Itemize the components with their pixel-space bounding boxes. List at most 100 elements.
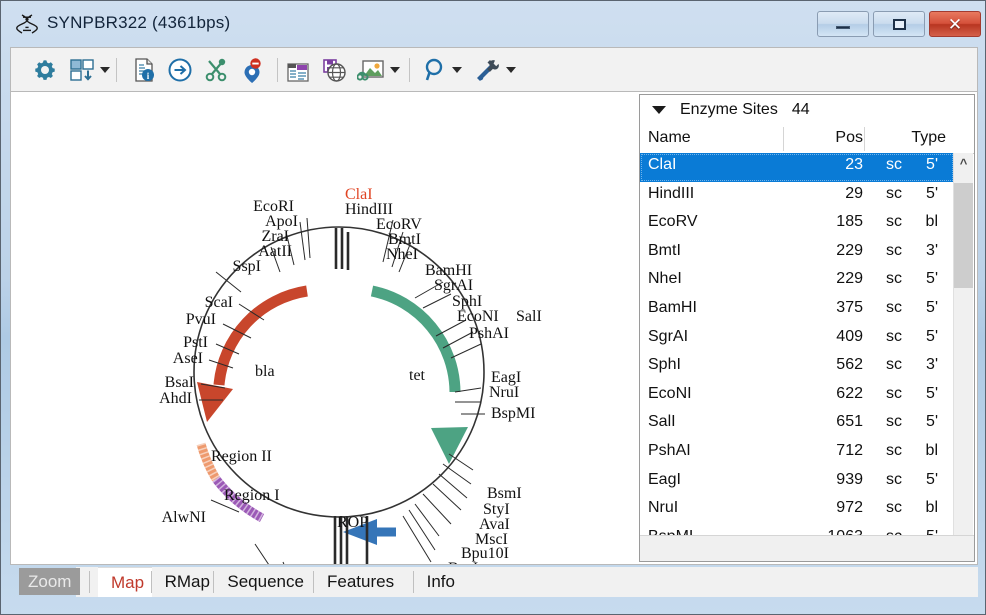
enzyme-pos-cell: 562 [836, 356, 863, 374]
gene-label-rop: ROP [337, 514, 368, 531]
tools-icon [477, 60, 499, 81]
chevron-down-icon[interactable] [652, 106, 666, 114]
cut-scissors-button[interactable] [203, 54, 229, 86]
enzyme-name-cell: BmtI [648, 241, 681, 259]
tab-sequence[interactable]: Sequence [214, 567, 317, 597]
save-web-button[interactable] [321, 54, 347, 86]
enzyme-name-cell: HindIII [648, 184, 695, 202]
close-icon: ✕ [947, 14, 963, 34]
table-row[interactable]: BspMI 1063 sc 5' [640, 525, 954, 535]
svg-text:EcoNI: EcoNI [457, 308, 499, 325]
table-row[interactable]: EcoNI 622 sc 5' [640, 382, 954, 411]
settings-gear-icon [35, 60, 55, 80]
chevron-down-icon [506, 67, 516, 73]
enzyme-end-cell: 5' [926, 384, 938, 402]
tools-button[interactable] [473, 54, 516, 86]
table-row[interactable]: SphI 562 sc 3' [640, 353, 954, 382]
region-label-ii: Region II [211, 448, 272, 465]
table-row[interactable]: HindIII 29 sc 5' [640, 182, 954, 211]
scroll-up-button[interactable]: ^ [954, 153, 973, 173]
enzyme-topology-cell: sc [870, 528, 902, 535]
table-row[interactable]: EagI 939 sc 5' [640, 468, 954, 497]
svg-text:AatII: AatII [258, 243, 292, 260]
svg-text:ScaI: ScaI [205, 294, 233, 311]
print-report-button[interactable] [285, 54, 311, 86]
chevron-down-icon [390, 67, 400, 73]
enzyme-sites-panel: Enzyme Sites 44 Name Pos Type ClaI 23 sc 5'… [639, 94, 975, 562]
svg-text:AseI: AseI [173, 350, 203, 367]
maximize-icon [874, 12, 924, 36]
search-button[interactable] [421, 54, 462, 86]
enzyme-topology-cell: sc [886, 413, 902, 431]
enzyme-name-cell: NruI [648, 499, 679, 517]
image-link-icon [357, 60, 384, 81]
column-header-pos[interactable]: Pos [790, 129, 863, 147]
svg-text:AhdI: AhdI [159, 390, 192, 407]
table-row[interactable]: PshAI 712 sc bl [640, 439, 954, 468]
site-tick-marks-bold [334, 228, 350, 270]
minimize-button[interactable] [817, 11, 869, 37]
svg-text:SspI: SspI [233, 258, 261, 275]
table-row[interactable]: SalI 651 sc 5' [640, 410, 954, 439]
tab-map[interactable]: Map [98, 567, 158, 597]
title-bar: SYNPBR322 (4361bps) ✕ [1, 1, 985, 45]
svg-text:BsgI: BsgI [448, 560, 478, 564]
enzyme-list-scrollbar[interactable]: ^ ⌄ [953, 153, 973, 560]
table-row[interactable]: EcoRV 185 sc bl [640, 210, 954, 239]
tab-info[interactable]: Info [413, 567, 468, 597]
application-window: SYNPBR322 (4361bps) ✕ i EcoRI ApoI ZraI … [0, 0, 986, 615]
enzyme-topology-cell: sc [886, 384, 902, 402]
zoom-button[interactable]: Zoom [19, 568, 81, 595]
document-info-button[interactable]: i [131, 54, 157, 86]
table-row[interactable]: ClaI 23 sc 5' [640, 153, 954, 182]
enzyme-topology-cell: sc [886, 241, 902, 259]
close-button[interactable]: ✕ [929, 11, 981, 37]
enzyme-topology-cell: sc [886, 213, 902, 231]
dna-helix-icon [15, 12, 39, 36]
export-image-button[interactable] [357, 54, 400, 86]
column-header-name[interactable]: Name [648, 129, 691, 147]
tab-rmap[interactable]: RMap [151, 567, 223, 597]
enzyme-name-cell: NheI [648, 270, 682, 288]
enzyme-end-cell: 3' [926, 241, 938, 259]
svg-text:AlwNI: AlwNI [162, 509, 206, 526]
minimize-icon [818, 12, 868, 36]
enzyme-end-cell: 5' [926, 156, 938, 173]
enzyme-name-cell: BspMI [648, 528, 693, 535]
content-area: EcoRI ApoI ZraI AatII SspI ClaI HindIII … [10, 91, 978, 565]
enzyme-pos-cell: 1063 [790, 528, 863, 535]
tab-features[interactable]: Features [314, 567, 408, 597]
goto-arrow-icon [168, 58, 192, 82]
enzyme-topology-cell: sc [886, 441, 902, 459]
plasmid-map-pane[interactable]: EcoRI ApoI ZraI AatII SspI ClaI HindIII … [11, 92, 638, 564]
marker-block-icon [244, 58, 261, 83]
scrollbar-thumb[interactable] [954, 183, 973, 288]
table-row[interactable]: NruI 972 sc bl [640, 496, 954, 525]
layout-grid-button[interactable] [69, 54, 110, 86]
enzyme-end-cell: 5' [912, 528, 938, 535]
enzyme-panel-title: Enzyme Sites [680, 101, 778, 118]
settings-gear-button[interactable] [31, 54, 59, 86]
column-header-type[interactable]: Type [870, 129, 946, 147]
enzyme-topology-cell: sc [886, 298, 902, 316]
enzyme-pos-cell: 651 [836, 413, 863, 431]
enzyme-rows-list[interactable]: ClaI 23 sc 5' HindIII 29 sc 5' EcoRV 185 sc bl BmtI 2… [640, 153, 954, 535]
chevron-up-icon: ^ [959, 155, 968, 171]
maximize-button[interactable] [873, 11, 925, 37]
table-row[interactable]: BmtI 229 sc 3' [640, 239, 954, 268]
enzyme-name-cell: ClaI [648, 156, 677, 173]
marker-block-button[interactable] [239, 54, 265, 86]
table-row[interactable]: NheI 229 sc 5' [640, 267, 954, 296]
enzyme-name-cell: EcoNI [648, 384, 692, 402]
svg-text:NruI: NruI [489, 384, 519, 401]
gene-label-bla: bla [255, 363, 275, 380]
goto-arrow-button[interactable] [167, 54, 193, 86]
table-row[interactable]: BamHI 375 sc 5' [640, 296, 954, 325]
enzyme-panel-header[interactable]: Enzyme Sites 44 [640, 95, 974, 126]
enzyme-pos-cell: 23 [845, 156, 863, 173]
svg-text:PvuI: PvuI [186, 311, 216, 328]
enzyme-name-cell: SgrAI [648, 327, 689, 345]
table-row[interactable]: SgrAI 409 sc 5' [640, 325, 954, 354]
svg-text:SalI: SalI [516, 308, 542, 325]
svg-text:BspMI: BspMI [491, 405, 535, 422]
